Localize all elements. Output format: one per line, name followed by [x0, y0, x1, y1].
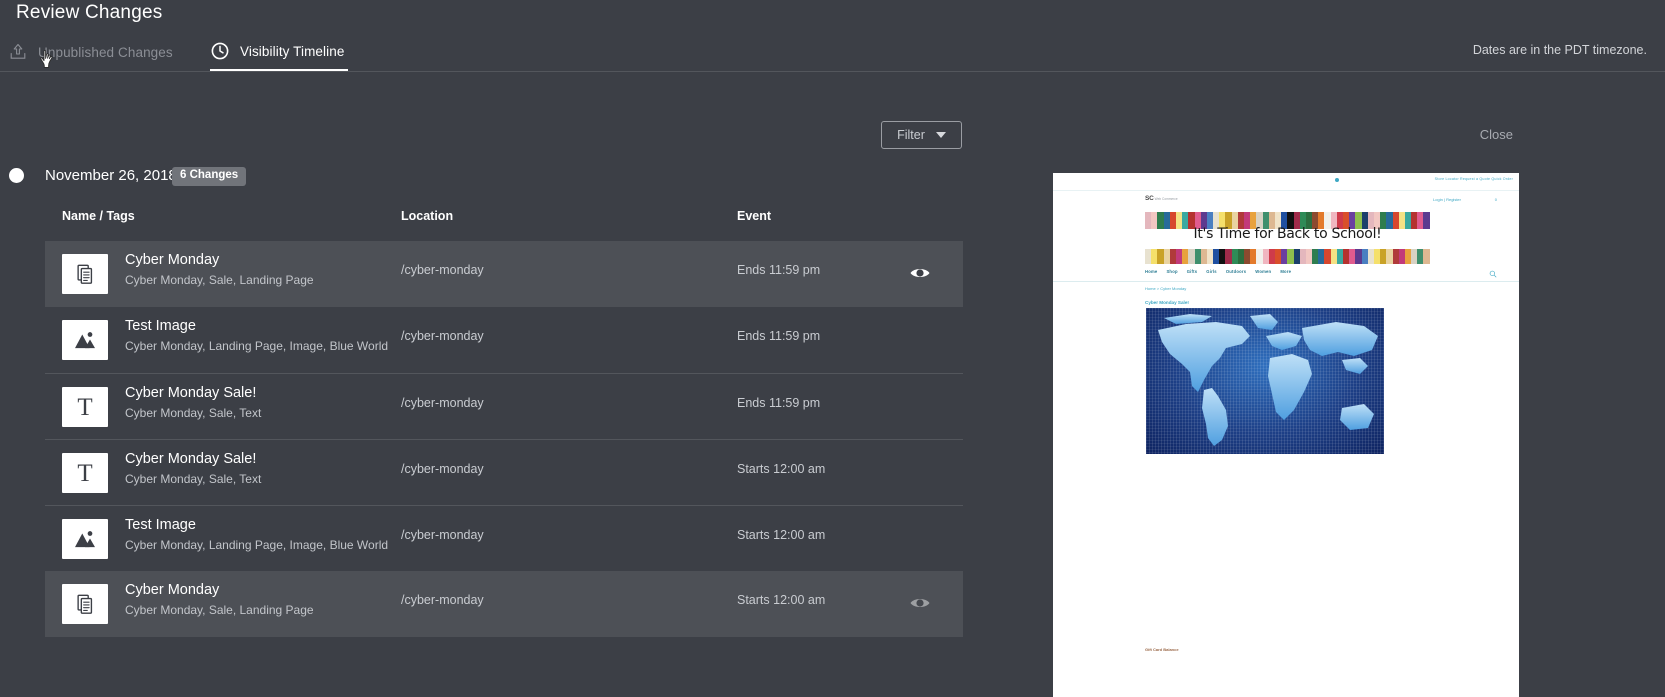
preview-banner-text: It's Time for Back to School! [1193, 226, 1382, 242]
row-tags: Cyber Monday, Landing Page, Image, Blue … [125, 538, 389, 552]
preview-nav-item[interactable]: Gifts [1187, 269, 1198, 274]
row-location: /cyber-monday [401, 528, 484, 542]
page-preview-panel: Store Locator Request a Quote Quick Orde… [1053, 173, 1519, 697]
row-location: /cyber-monday [401, 396, 484, 410]
table-row[interactable]: T Cyber Monday Sale! Cyber Monday, Sale, T… [45, 439, 963, 505]
text-icon: T [62, 387, 108, 427]
preview-nav-item[interactable]: More [1280, 269, 1291, 274]
row-name: Test Image [125, 318, 196, 334]
preview-page-heading: Cyber Monday Sale! [1145, 300, 1189, 305]
filter-button-label: Filter [897, 128, 925, 142]
column-header-event: Event [737, 209, 772, 223]
row-name: Cyber Monday [125, 582, 220, 598]
document-icon [62, 254, 108, 294]
close-button[interactable]: Close [1480, 127, 1513, 142]
preview-divider [1053, 281, 1519, 282]
filter-button[interactable]: Filter [881, 121, 962, 149]
table-row[interactable]: Cyber Monday Cyber Monday, Sale, Landing … [45, 571, 963, 637]
preview-cart-count: 0 [1494, 197, 1497, 202]
clock-icon [210, 41, 230, 61]
preview-banner-pencils-bottom [1145, 249, 1430, 264]
preview-main-nav: Home Shop Gifts Girls Outdoors Women More [1145, 269, 1300, 274]
row-tags: Cyber Monday, Sale, Landing Page [125, 273, 314, 287]
chevron-down-icon [935, 132, 946, 138]
globe-icon [1335, 177, 1339, 182]
text-icon: T [62, 453, 108, 493]
preview-logo-text: SC [1145, 195, 1154, 202]
preview-world-map-image [1146, 308, 1384, 454]
preview-nav-item[interactable]: Shop [1166, 269, 1177, 274]
row-name: Cyber Monday [125, 252, 220, 268]
preview-gift-card-balance-link: Gift Card Balance [1145, 647, 1179, 652]
column-header-location: Location [401, 209, 454, 223]
preview-utility-bar: Store Locator Request a Quote Quick Orde… [1053, 173, 1519, 191]
row-tags: Cyber Monday, Sale, Text [125, 472, 262, 486]
preview-nav-item[interactable]: Women [1255, 269, 1271, 274]
page-title: Review Changes [16, 2, 163, 23]
row-tags: Cyber Monday, Landing Page, Image, Blue … [125, 339, 389, 353]
table-row[interactable]: T Cyber Monday Sale! Cyber Monday, Sale, T… [45, 373, 963, 439]
eye-icon[interactable] [908, 591, 932, 615]
row-location: /cyber-monday [401, 593, 484, 607]
row-location: /cyber-monday [401, 263, 484, 277]
tab-visibility-timeline[interactable]: Visibility Timeline [210, 33, 349, 71]
column-header-name-tags: Name / Tags [62, 209, 135, 223]
image-icon [62, 519, 108, 559]
preview-logo: SCWeb Commerce [1145, 195, 1178, 202]
image-icon [62, 320, 108, 360]
row-event: Ends 11:59 pm [737, 329, 821, 343]
preview-nav-item[interactable]: Girls [1206, 269, 1217, 274]
timeline-dot-icon [9, 168, 24, 183]
row-event: Ends 11:59 pm [737, 263, 821, 277]
table-body: Cyber Monday Cyber Monday, Sale, Landing … [45, 241, 963, 637]
table-row[interactable]: Test Image Cyber Monday, Landing Page, Im… [45, 307, 963, 373]
tab-visibility-timeline-label: Visibility Timeline [240, 43, 345, 59]
review-changes-screen: Review Changes Unpublished Changes Visib… [0, 0, 1665, 697]
changes-table: Name / Tags Location Event Cyber Monday C… [45, 205, 963, 637]
table-row[interactable]: Test Image Cyber Monday, Landing Page, Im… [45, 505, 963, 571]
row-name: Cyber Monday Sale! [125, 385, 257, 401]
preview-banner: It's Time for Back to School! [1145, 212, 1430, 264]
search-icon [1489, 265, 1497, 278]
table-header-row: Name / Tags Location Event [45, 205, 963, 241]
row-tags: Cyber Monday, Sale, Landing Page [125, 603, 314, 617]
row-event: Starts 12:00 am [737, 528, 826, 542]
preview-nav-item[interactable]: Outdoors [1226, 269, 1246, 274]
preview-utility-links: Store Locator Request a Quote Quick Orde… [1434, 177, 1513, 181]
tab-bar: Unpublished Changes Visibility Timeline [0, 33, 1665, 72]
row-location: /cyber-monday [401, 462, 484, 476]
preview-breadcrumb: Home > Cyber Monday [1145, 286, 1187, 291]
preview-nav-item[interactable]: Home [1145, 269, 1157, 274]
eye-icon[interactable] [908, 261, 932, 285]
row-location: /cyber-monday [401, 329, 484, 343]
row-name: Test Image [125, 517, 196, 533]
table-row[interactable]: Cyber Monday Cyber Monday, Sale, Landing … [45, 241, 963, 307]
row-event: Ends 11:59 pm [737, 396, 821, 410]
preview-header: SCWeb Commerce Login | Register 0 [1053, 190, 1519, 212]
upload-icon [8, 42, 28, 62]
row-tags: Cyber Monday, Sale, Text [125, 406, 262, 420]
row-event: Starts 12:00 am [737, 462, 826, 476]
timezone-note: Dates are in the PDT timezone. [1472, 43, 1647, 57]
row-name: Cyber Monday Sale! [125, 451, 257, 467]
preview-account-links: Login | Register [1433, 197, 1461, 202]
world-map-continents [1158, 314, 1378, 446]
row-event: Starts 12:00 am [737, 593, 826, 607]
document-icon [62, 584, 108, 624]
changes-count-badge: 6 Changes [172, 167, 247, 186]
tab-unpublished-changes-label: Unpublished Changes [38, 44, 173, 60]
timeline-date-label: November 26, 2018 [45, 167, 177, 184]
preview-logo-subtext: Web Commerce [1154, 197, 1178, 201]
tab-unpublished-changes[interactable]: Unpublished Changes [8, 33, 173, 71]
